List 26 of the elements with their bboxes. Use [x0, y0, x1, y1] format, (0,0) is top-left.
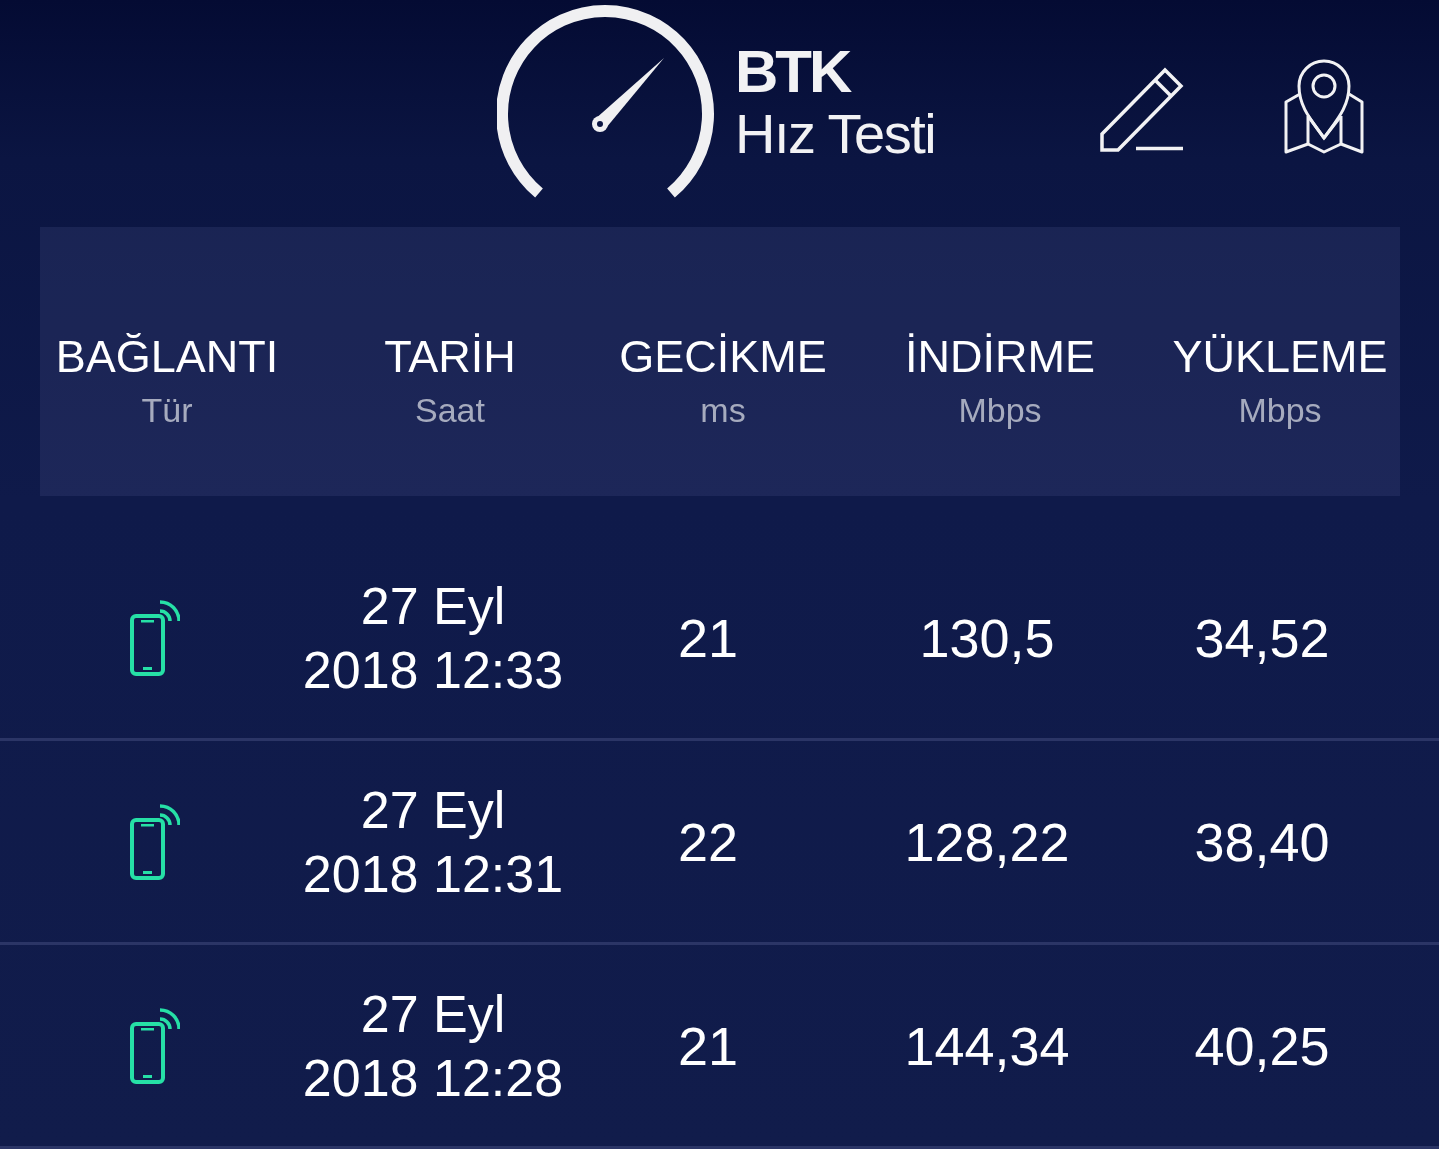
speedometer-logo-icon	[497, 4, 717, 200]
column-heading: BAĞLANTI	[55, 330, 279, 385]
download-cell-text: 128,22	[904, 810, 1070, 874]
column-heading: GECİKME	[619, 330, 827, 385]
column-heading: İNDİRME	[905, 330, 1095, 385]
column-heading: YÜKLEME	[1172, 330, 1388, 385]
column-unit: Mbps	[958, 390, 1042, 431]
logo-title: BTK	[735, 41, 851, 103]
date-time-cell-text: 27 Eyl 2018 12:33	[302, 575, 564, 701]
column-unit: ms	[700, 390, 746, 431]
map-pin-icon[interactable]	[1283, 58, 1366, 156]
column-unit: Tür	[141, 390, 193, 431]
logo-subtitle: Hız Testi	[735, 103, 936, 165]
latency-cell-text: 22	[677, 810, 739, 874]
latency-cell-text: 21	[677, 1014, 739, 1078]
download-cell-text: 144,34	[904, 1014, 1070, 1078]
upload-cell-text: 40,25	[1194, 1014, 1330, 1078]
download-cell-text: 130,5	[919, 606, 1055, 670]
column-unit: Saat	[415, 390, 485, 431]
date-time-cell-text: 27 Eyl 2018 12:31	[302, 779, 564, 905]
latency-cell-text: 21	[677, 606, 739, 670]
upload-cell-text: 34,52	[1194, 606, 1330, 670]
column-unit: Mbps	[1238, 390, 1322, 431]
column-heading: TARİH	[384, 330, 516, 385]
upload-cell-text: 38,40	[1194, 810, 1330, 874]
date-time-cell-text: 27 Eyl 2018 12:28	[302, 983, 564, 1109]
